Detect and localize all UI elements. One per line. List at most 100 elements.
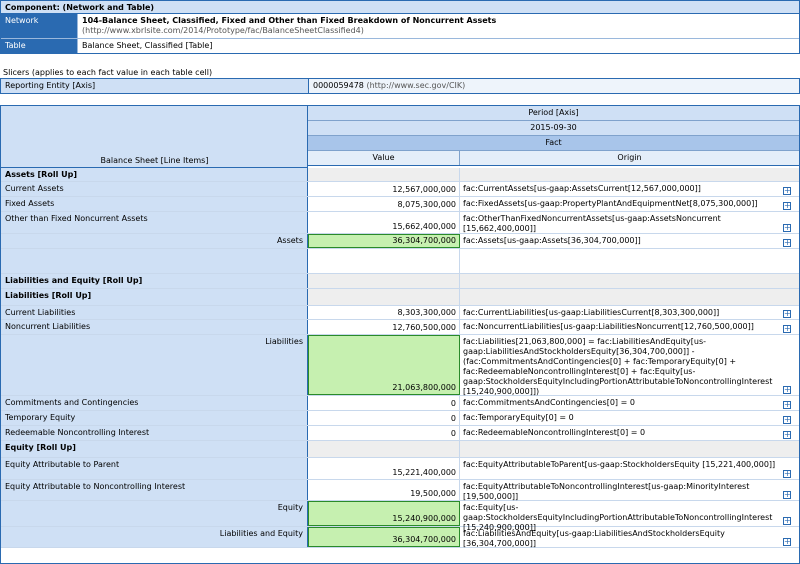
expand-plus-icon[interactable]: + bbox=[783, 401, 791, 409]
line-item-text: Liabilities and Equity bbox=[219, 529, 303, 538]
line-item-label: Equity Attributable to Parent bbox=[1, 458, 308, 479]
line-item-text: Equity Attributable to Parent bbox=[5, 460, 120, 469]
table-row: Redeemable Noncontrolling Interest 0 fac:R… bbox=[1, 426, 799, 441]
line-item-label: Commitments and Contingencies bbox=[1, 396, 308, 410]
fact-value: 8,075,300,000 bbox=[397, 200, 456, 209]
origin-text: fac:FixedAssets[us-gaap:PropertyPlantAnd… bbox=[463, 199, 758, 208]
table-label: Table bbox=[1, 39, 77, 53]
network-name: 104-Balance Sheet, Classified, Fixed and… bbox=[82, 16, 497, 25]
fact-value-cell: 15,662,400,000 bbox=[308, 212, 460, 233]
component-title: Component: (Network and Table) bbox=[1, 1, 799, 14]
line-item-text: Equity [Roll Up] bbox=[5, 443, 76, 452]
network-value: 104-Balance Sheet, Classified, Fixed and… bbox=[77, 14, 799, 38]
origin-text: fac:LiabilitiesAndEquity[us-gaap:Liabili… bbox=[463, 529, 725, 548]
line-item-label: Assets [Roll Up] bbox=[1, 168, 308, 181]
fact-value-cell: 12,760,500,000 bbox=[308, 320, 460, 334]
line-item-text: Other than Fixed Noncurrent Assets bbox=[5, 214, 148, 223]
table-row: Temporary Equity 0 fac:TemporaryEquity[0] … bbox=[1, 411, 799, 426]
expand-plus-icon[interactable]: + bbox=[783, 416, 791, 424]
fact-value-cell: 19,500,000 bbox=[308, 480, 460, 500]
origin-text: fac:RedeemableNoncontrollingInterest[0] … bbox=[463, 428, 646, 437]
network-label: Network bbox=[1, 14, 77, 38]
line-item-label: Current Liabilities bbox=[1, 306, 308, 319]
line-item-label: Equity Attributable to Noncontrolling In… bbox=[1, 480, 308, 500]
line-item-text: Liabilities [Roll Up] bbox=[5, 291, 92, 300]
network-url[interactable]: (http://www.xbrlsite.com/2014/Prototype/… bbox=[82, 26, 795, 36]
expand-plus-icon[interactable]: + bbox=[783, 239, 791, 247]
line-item-text: Fixed Assets bbox=[5, 199, 55, 208]
fact-value: 36,304,700,000 bbox=[392, 535, 456, 544]
table-row: Current Assets 12,567,000,000 fac:CurrentA… bbox=[1, 182, 799, 197]
fact-value-cell bbox=[308, 274, 460, 288]
fact-value: 12,760,500,000 bbox=[392, 323, 456, 332]
origin-text: fac:CommitmentsAndContingencies[0] = 0 bbox=[463, 398, 635, 407]
fact-value: 19,500,000 bbox=[410, 489, 456, 498]
expand-plus-icon[interactable]: + bbox=[783, 310, 791, 318]
origin-cell bbox=[460, 274, 799, 288]
line-items-header-label: Balance Sheet [Line Items] bbox=[100, 156, 209, 165]
line-item-text: Liabilities bbox=[265, 337, 303, 346]
fact-value: 36,304,700,000 bbox=[392, 236, 456, 245]
origin-text: fac:Assets[us-gaap:Assets[36,304,700,000… bbox=[463, 236, 641, 245]
column-headers: Period [Axis] 2015-09-30 Fact Value Orig… bbox=[308, 106, 799, 166]
fact-value: 12,567,000,000 bbox=[392, 185, 456, 194]
fact-header: Fact bbox=[308, 136, 799, 151]
expand-plus-icon[interactable]: + bbox=[783, 386, 791, 394]
slicer-label: Reporting Entity [Axis] bbox=[1, 79, 309, 93]
line-items-header: Balance Sheet [Line Items] bbox=[1, 106, 308, 168]
origin-cell: fac:Assets[us-gaap:Assets[36,304,700,000… bbox=[460, 234, 799, 248]
origin-text: fac:TemporaryEquity[0] = 0 bbox=[463, 413, 574, 422]
line-item-text: Equity Attributable to Noncontrolling In… bbox=[5, 482, 186, 491]
expand-plus-icon[interactable]: + bbox=[783, 491, 791, 499]
line-item-label: Liabilities and Equity bbox=[1, 527, 308, 547]
fact-value: 8,303,300,000 bbox=[397, 308, 456, 317]
fact-value-cell: 36,304,700,000 bbox=[308, 234, 460, 248]
line-item-text: Assets [Roll Up] bbox=[5, 170, 77, 179]
line-item-label: Redeemable Noncontrolling Interest bbox=[1, 426, 308, 440]
expand-plus-icon[interactable]: + bbox=[783, 325, 791, 333]
expand-plus-icon[interactable]: + bbox=[783, 202, 791, 210]
table-row: Fixed Assets 8,075,300,000 fac:FixedAssets… bbox=[1, 197, 799, 212]
origin-cell: fac:CommitmentsAndContingencies[0] = 0 + bbox=[460, 396, 799, 410]
fact-value: 0 bbox=[450, 399, 456, 408]
line-item-label: Noncurrent Liabilities bbox=[1, 320, 308, 334]
origin-text: fac:EquityAttributableToNoncontrollingIn… bbox=[463, 482, 750, 501]
origin-cell: fac:EquityAttributableToParent[us-gaap:S… bbox=[460, 458, 799, 479]
line-item-text: Commitments and Contingencies bbox=[5, 398, 139, 407]
expand-plus-icon[interactable]: + bbox=[783, 224, 791, 232]
expand-plus-icon[interactable]: + bbox=[783, 517, 791, 525]
origin-cell bbox=[460, 441, 799, 457]
origin-cell: fac:LiabilitiesAndEquity[us-gaap:Liabili… bbox=[460, 527, 799, 548]
fact-value: 0 bbox=[450, 414, 456, 423]
expand-plus-icon[interactable]: + bbox=[783, 470, 791, 478]
origin-text: fac:NoncurrentLiabilities[us-gaap:Liabil… bbox=[463, 322, 754, 331]
fact-value-cell: 21,063,800,000 bbox=[308, 335, 460, 395]
slicer-value-url[interactable]: (http://www.sec.gov/CIK) bbox=[366, 81, 465, 90]
origin-cell: fac:OtherThanFixedNoncurrentAssets[us-ga… bbox=[460, 212, 799, 233]
fact-value: 0 bbox=[450, 429, 456, 438]
component-panel: Component: (Network and Table) Network 1… bbox=[0, 0, 800, 54]
table-row: Commitments and Contingencies 0 fac:Commit… bbox=[1, 396, 799, 411]
expand-plus-icon[interactable]: + bbox=[783, 538, 791, 546]
value-column-header: Value bbox=[308, 151, 460, 165]
fact-value-cell: 0 bbox=[308, 396, 460, 410]
origin-cell: fac:EquityAttributableToNoncontrollingIn… bbox=[460, 480, 799, 501]
line-item-text: Equity bbox=[277, 503, 303, 512]
period-axis-header: Period [Axis] bbox=[308, 106, 799, 121]
expand-plus-icon[interactable]: + bbox=[783, 431, 791, 439]
fact-value: 21,063,800,000 bbox=[392, 383, 456, 392]
origin-cell bbox=[460, 249, 799, 273]
expand-plus-icon[interactable]: + bbox=[783, 187, 791, 195]
origin-cell: fac:Liabilities[21,063,800,000] = fac:Li… bbox=[460, 335, 799, 396]
line-item-text: Current Liabilities bbox=[5, 308, 76, 317]
table-body: Assets [Roll Up] Current Assets 12,567,000… bbox=[1, 168, 799, 548]
line-item-label: Equity bbox=[1, 501, 308, 526]
origin-text: fac:EquityAttributableToParent[us-gaap:S… bbox=[463, 460, 776, 469]
line-item-text: Assets bbox=[276, 236, 303, 245]
slicer-value-id: 0000059478 bbox=[313, 81, 364, 90]
fact-value-cell: 0 bbox=[308, 411, 460, 425]
line-item-text: Current Assets bbox=[5, 184, 64, 193]
line-item-label bbox=[1, 249, 308, 273]
fact-value-cell: 0 bbox=[308, 426, 460, 440]
origin-text: fac:CurrentLiabilities[us-gaap:Liabiliti… bbox=[463, 308, 720, 317]
